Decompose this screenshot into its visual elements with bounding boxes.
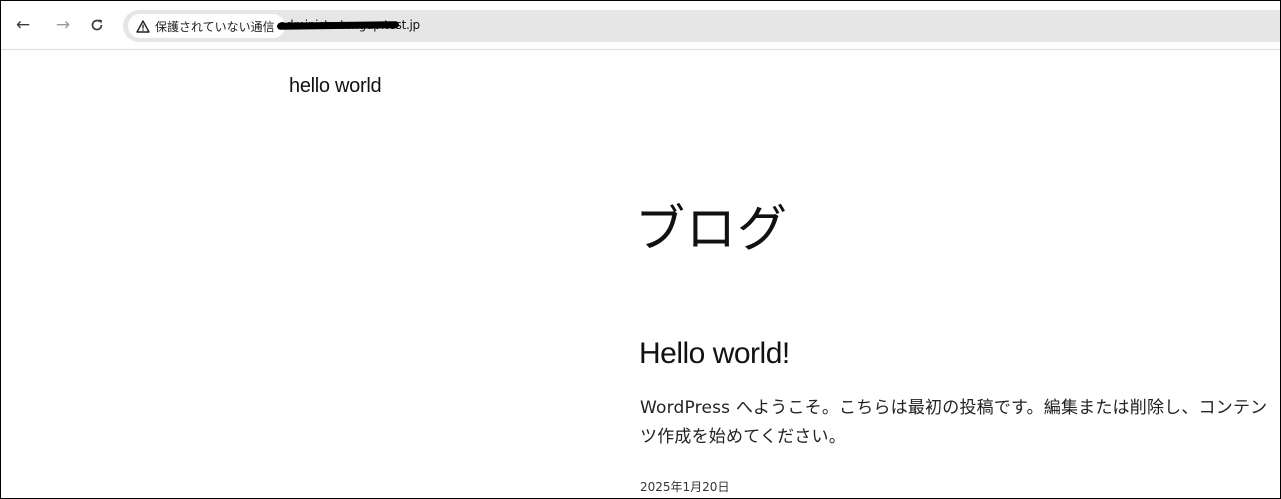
toolbar-divider	[1, 49, 1280, 50]
browser-window: ← → 保護されていない通信 administrator.gup.test.jp	[0, 0, 1281, 499]
post-date: 2025年1月20日	[640, 480, 730, 494]
back-button[interactable]: ←	[13, 15, 33, 35]
address-bar[interactable]: 保護されていない通信 administrator.gup.test.jp	[123, 10, 1280, 42]
arrow-right-icon: →	[55, 15, 71, 35]
arrow-left-icon: ←	[15, 15, 31, 35]
post-title-link[interactable]: Hello world!	[639, 337, 790, 371]
site-title[interactable]: hello world	[289, 75, 382, 98]
security-label: 保護されていない通信	[155, 19, 275, 34]
reload-icon	[91, 19, 103, 31]
warning-triangle-icon	[136, 19, 150, 33]
browser-toolbar: ← → 保護されていない通信 administrator.gup.test.jp	[1, 1, 1280, 49]
post-excerpt: WordPress へようこそ。こちらは最初の投稿です。編集または削除し、コンテ…	[640, 398, 1268, 447]
page-heading: ブログ	[635, 200, 788, 258]
forward-button[interactable]: →	[53, 15, 73, 35]
reload-button[interactable]	[87, 15, 107, 35]
security-chip[interactable]: 保護されていない通信	[128, 14, 285, 38]
